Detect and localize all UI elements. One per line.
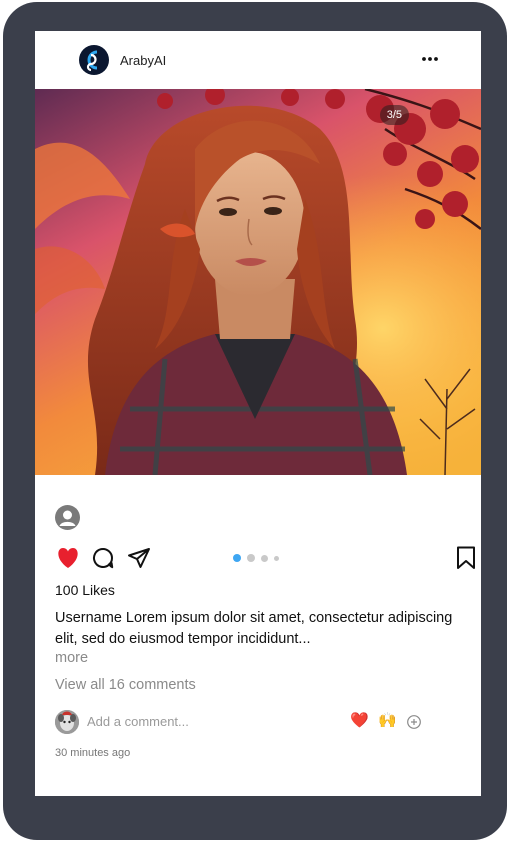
comment-input[interactable]: Add a comment... (87, 714, 189, 729)
phone-frame: ArabyAI 3/5 100 Likes Username Lorem ips… (3, 2, 507, 840)
like-button[interactable] (55, 545, 81, 571)
plus-circle-icon[interactable] (406, 714, 422, 730)
heart-icon (58, 548, 78, 568)
account-avatar[interactable] (79, 45, 109, 75)
bookmark-icon (457, 546, 475, 569)
post-header: ArabyAI (35, 31, 481, 89)
carousel-dot (233, 554, 241, 562)
carousel-indicator (233, 554, 279, 562)
commenter-avatar (55, 710, 79, 734)
post-actions-bar (55, 545, 475, 571)
account-name[interactable]: ArabyAI (120, 53, 166, 68)
araby-logo-icon (86, 50, 98, 72)
carousel-dot (274, 555, 279, 561)
post-caption: Username Lorem ipsum dolor sit amet, con… (55, 610, 453, 647)
post-card: ArabyAI 3/5 100 Likes Username Lorem ips… (35, 31, 481, 796)
image-counter-badge: 3/5 (379, 105, 409, 125)
add-comment-row: Add a comment... ❤️ 🙌 (55, 710, 455, 734)
carousel-dot (261, 554, 268, 562)
portrait-illustration (35, 89, 481, 475)
carousel-dot (247, 554, 255, 562)
paper-plane-icon (128, 548, 150, 568)
save-button[interactable] (453, 545, 479, 571)
more-options-icon[interactable] (418, 47, 442, 71)
raised-hands-reaction[interactable]: 🙌 (378, 712, 397, 730)
tagged-user-icon[interactable] (55, 505, 80, 530)
share-button[interactable] (126, 545, 152, 571)
likes-count[interactable]: 100 Likes (55, 582, 115, 598)
caption-more-link[interactable]: more (55, 650, 88, 666)
comment-button[interactable] (90, 545, 116, 571)
post-image[interactable]: 3/5 (35, 89, 481, 475)
comment-bubble-icon (93, 548, 114, 569)
red-heart-reaction[interactable]: ❤️ (350, 712, 369, 730)
post-timestamp: 30 minutes ago (55, 747, 131, 759)
view-comments-link[interactable]: View all 16 comments (55, 677, 196, 693)
